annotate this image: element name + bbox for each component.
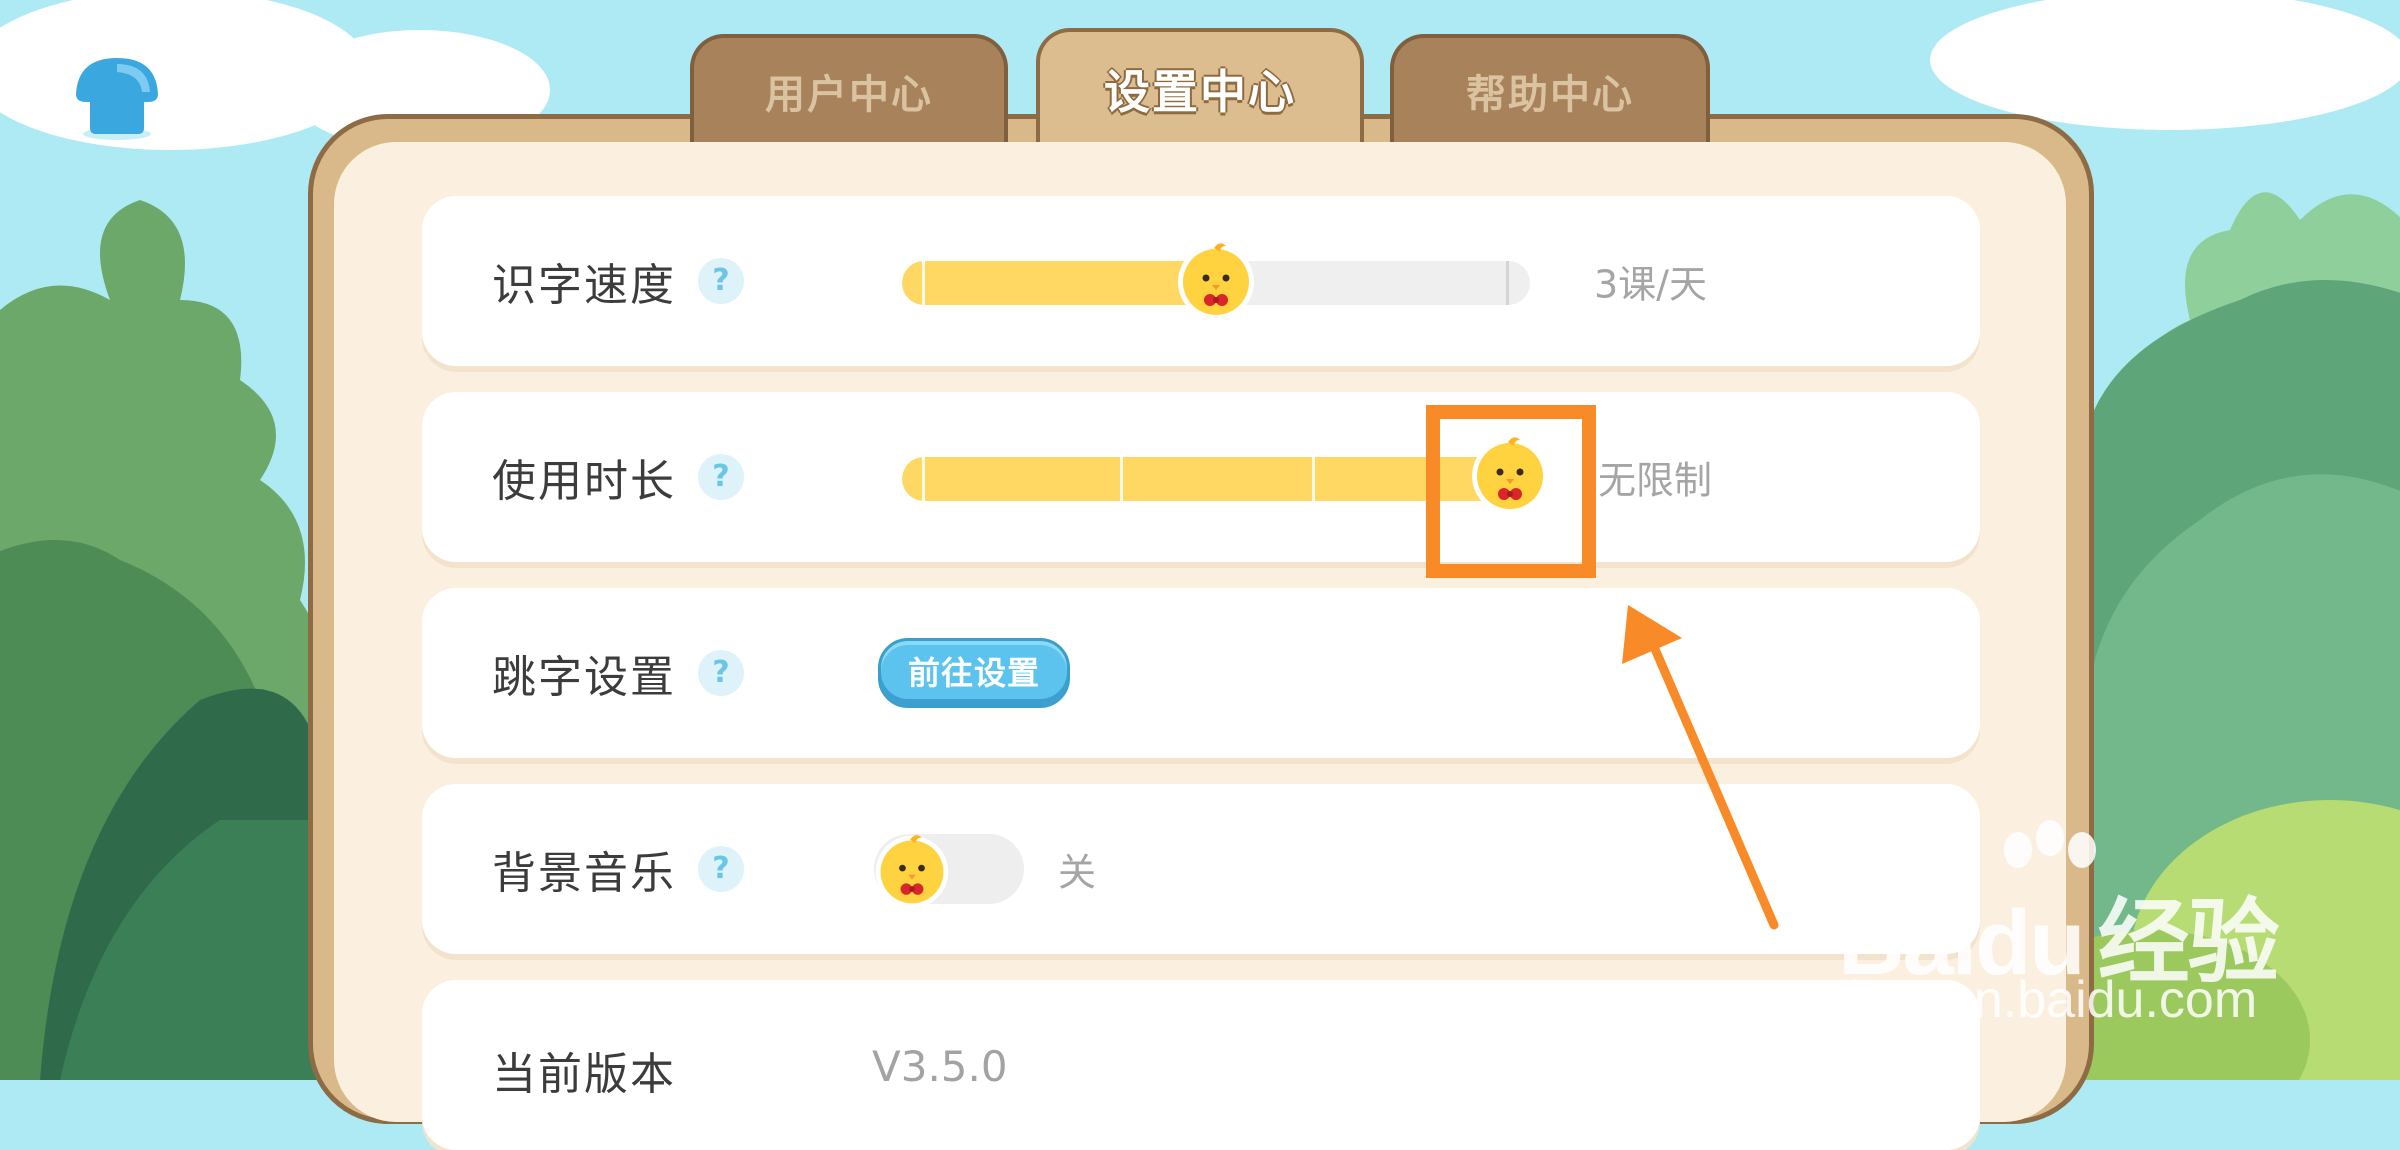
setting-row-speed: 识字速度 ? 3课/天 xyxy=(422,196,1980,366)
tab-help-center-label: 帮助中心 xyxy=(1466,72,1634,118)
setting-row-duration: 使用时长 ? 无限制 xyxy=(422,392,1980,562)
slider-tick xyxy=(1120,457,1123,501)
duration-label: 使用时长 xyxy=(492,456,676,507)
slider-tick xyxy=(922,261,925,305)
slider-tick xyxy=(922,457,925,501)
tab-help-center[interactable]: 帮助中心 xyxy=(1390,34,1710,156)
music-label: 背景音乐 xyxy=(492,848,676,899)
slider-tick xyxy=(1312,457,1315,501)
tab-user-center-label: 用户中心 xyxy=(765,72,933,118)
skip-label: 跳字设置 xyxy=(492,652,676,703)
speed-value: 3课/天 xyxy=(1594,262,1707,307)
duration-help-icon[interactable]: ? xyxy=(698,454,744,500)
go-to-settings-button[interactable]: 前往设置 xyxy=(878,638,1070,708)
setting-row-music: 背景音乐 ? 关 xyxy=(422,784,1980,954)
music-toggle-knob-chick-icon[interactable] xyxy=(872,830,952,910)
duration-value: 无限制 xyxy=(1598,458,1713,503)
speed-label: 识字速度 xyxy=(492,260,676,311)
music-help-icon[interactable]: ? xyxy=(698,846,744,892)
setting-row-skip: 跳字设置 ? 前往设置 xyxy=(422,588,1980,758)
tab-user-center[interactable]: 用户中心 xyxy=(690,34,1008,156)
version-label: 当前版本 xyxy=(492,1049,676,1100)
home-icon[interactable] xyxy=(70,52,164,142)
slider-tick xyxy=(1506,261,1509,305)
setting-row-version: 当前版本 V3.5.0 xyxy=(422,980,1980,1150)
speed-help-icon[interactable]: ? xyxy=(698,258,744,304)
music-state: 关 xyxy=(1058,850,1097,895)
speed-slider-handle-chick-icon[interactable] xyxy=(1174,238,1258,322)
tab-settings-center-label: 设置中心 xyxy=(1104,65,1296,119)
skip-help-icon[interactable]: ? xyxy=(698,650,744,696)
annotation-highlight-box xyxy=(1426,405,1596,578)
version-value: V3.5.0 xyxy=(872,1042,1008,1091)
watermark-url: jingyan.baidu.com xyxy=(1838,971,2258,1029)
app-screen: 用户中心 帮助中心 设置中心 识字速度 ? 3课/天 使用时长 ? 无限制 跳字… xyxy=(0,0,2400,1150)
